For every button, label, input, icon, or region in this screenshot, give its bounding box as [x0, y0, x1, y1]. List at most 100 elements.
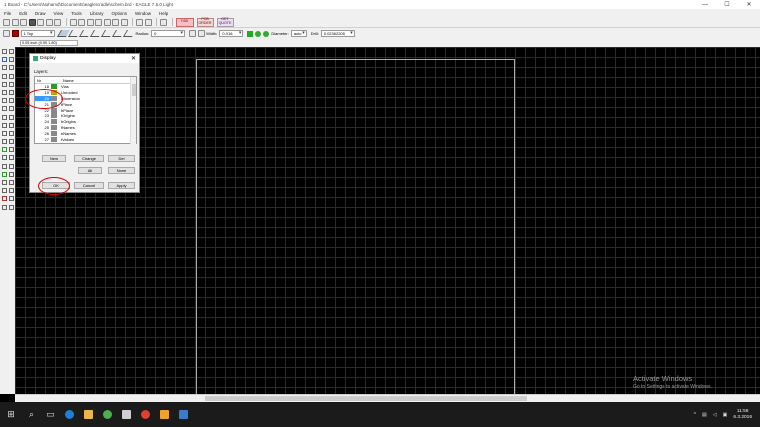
ripup-icon[interactable] — [8, 139, 14, 145]
ratsnest-icon[interactable] — [8, 188, 14, 194]
network-icon[interactable]: ▤ — [702, 412, 707, 418]
horizontal-scrollbar[interactable] — [15, 394, 760, 402]
menu-file[interactable]: File — [4, 11, 11, 16]
windows-start-icon[interactable]: ⊞ — [0, 402, 22, 427]
hole-icon[interactable] — [1, 180, 7, 185]
drc-icon[interactable] — [1, 204, 7, 210]
dimension-icon[interactable] — [1, 188, 7, 194]
polygon-icon[interactable] — [8, 163, 14, 169]
coordinate-field[interactable]: 0.05 inch (0.90 1.80) — [20, 40, 78, 46]
arc-icon[interactable] — [8, 155, 14, 161]
redraw-icon[interactable] — [95, 18, 102, 26]
rotate-icon[interactable] — [8, 73, 14, 79]
save-icon[interactable] — [11, 18, 19, 26]
attribute-icon[interactable] — [8, 180, 14, 185]
show-icon[interactable] — [8, 49, 14, 54]
via-square-icon[interactable] — [247, 30, 254, 37]
wire-bend-icon[interactable] — [122, 30, 136, 37]
close-button[interactable]: ✕ — [738, 0, 760, 9]
info-icon[interactable] — [1, 49, 7, 54]
clock[interactable]: 11:58 6.3.2016 — [733, 409, 752, 421]
value-icon[interactable] — [8, 106, 14, 112]
erc-icon[interactable] — [8, 196, 14, 202]
change-icon[interactable] — [8, 81, 14, 87]
layer-select[interactable]: 1 Top — [20, 30, 55, 37]
mirror-icon[interactable] — [1, 73, 7, 79]
fab-button[interactable]: FAB — [175, 17, 194, 27]
chrome-icon[interactable] — [98, 402, 117, 427]
delete-icon[interactable] — [8, 89, 14, 95]
menu-draw[interactable]: Draw — [35, 11, 46, 16]
meander-icon[interactable] — [8, 130, 14, 136]
lock-icon[interactable] — [1, 114, 7, 120]
notification-icon[interactable]: ^ — [694, 412, 696, 418]
switch-schematic-icon[interactable] — [37, 18, 44, 26]
del-button[interactable]: Del — [108, 155, 135, 162]
grid-icon[interactable] — [3, 30, 10, 37]
search-icon[interactable]: ⌕ — [22, 402, 41, 427]
ok-button[interactable]: OK — [42, 182, 70, 189]
replace-icon[interactable] — [8, 98, 14, 104]
width-select[interactable]: 0.016 — [219, 30, 244, 37]
layer-list-scrollbar[interactable] — [130, 77, 136, 144]
text-icon[interactable] — [8, 147, 14, 153]
paste-icon[interactable] — [1, 89, 7, 95]
app-icon[interactable] — [155, 402, 174, 427]
script-icon[interactable] — [45, 18, 53, 26]
drill-select[interactable]: 0.02362205 — [320, 30, 355, 37]
copy-icon[interactable] — [8, 65, 14, 71]
layer-list[interactable]: Nr Name 18 Vias 19 Unrouted 20 Dimension 21… — [34, 76, 137, 144]
zoom-out-icon[interactable] — [86, 18, 94, 26]
task-view-icon[interactable]: ▭ — [41, 402, 60, 427]
via-round-icon[interactable] — [255, 30, 262, 37]
menu-library[interactable]: Library — [90, 11, 104, 16]
file-explorer-icon[interactable] — [79, 402, 98, 427]
circle-icon[interactable] — [1, 155, 7, 161]
optimize-icon[interactable] — [1, 130, 7, 136]
smash-icon[interactable] — [8, 114, 14, 120]
miter-icon[interactable] — [1, 122, 7, 128]
radius-select[interactable]: 0 — [151, 30, 186, 37]
stop-icon[interactable] — [136, 18, 143, 26]
rect-icon[interactable] — [1, 163, 7, 169]
print-icon[interactable] — [20, 18, 27, 26]
layer-row-tvalues[interactable]: 27 tValues — [35, 136, 131, 142]
photos-icon[interactable] — [174, 402, 193, 427]
minimize-button[interactable]: — — [694, 0, 716, 9]
menu-edit[interactable]: Edit — [19, 11, 27, 16]
move-icon[interactable] — [1, 65, 7, 71]
menu-help[interactable]: Help — [159, 11, 168, 16]
undo-icon[interactable] — [112, 18, 119, 26]
route-icon[interactable] — [1, 139, 7, 145]
menu-tools[interactable]: Tools — [71, 11, 82, 16]
cam-icon[interactable] — [28, 18, 36, 26]
scrollbar-thumb[interactable] — [132, 84, 136, 96]
eagle-taskbar-icon[interactable] — [117, 402, 136, 427]
round-icon[interactable] — [189, 30, 197, 37]
zoom-fit-icon[interactable] — [69, 18, 77, 26]
ulp-icon[interactable] — [54, 18, 61, 26]
scrollbar-thumb[interactable] — [205, 396, 527, 401]
zoom-in-icon[interactable] — [78, 18, 85, 26]
cancel-button[interactable]: Cancel — [74, 182, 104, 189]
diameter-select[interactable]: auto — [290, 30, 307, 37]
apply-button[interactable]: Apply — [108, 182, 135, 189]
split-icon[interactable] — [8, 122, 14, 128]
menu-options[interactable]: Options — [112, 11, 128, 16]
go-icon[interactable] — [144, 18, 152, 26]
via-octagon-icon[interactable] — [263, 30, 270, 37]
new-button[interactable]: New — [42, 155, 66, 162]
menu-view[interactable]: View — [54, 11, 64, 16]
all-button[interactable]: All — [78, 167, 102, 174]
edge-icon[interactable] — [60, 402, 79, 427]
auto-icon[interactable] — [1, 196, 7, 202]
redo-icon[interactable] — [120, 18, 128, 26]
mark-icon[interactable] — [8, 57, 14, 63]
change-button[interactable]: Change — [74, 155, 104, 162]
via-icon[interactable] — [1, 171, 7, 177]
maximize-button[interactable]: ☐ — [716, 0, 738, 9]
wire-icon[interactable] — [1, 147, 7, 153]
dialog-close-button[interactable]: ✕ — [131, 55, 136, 62]
open-icon[interactable] — [3, 18, 10, 26]
help-icon[interactable] — [160, 18, 167, 26]
